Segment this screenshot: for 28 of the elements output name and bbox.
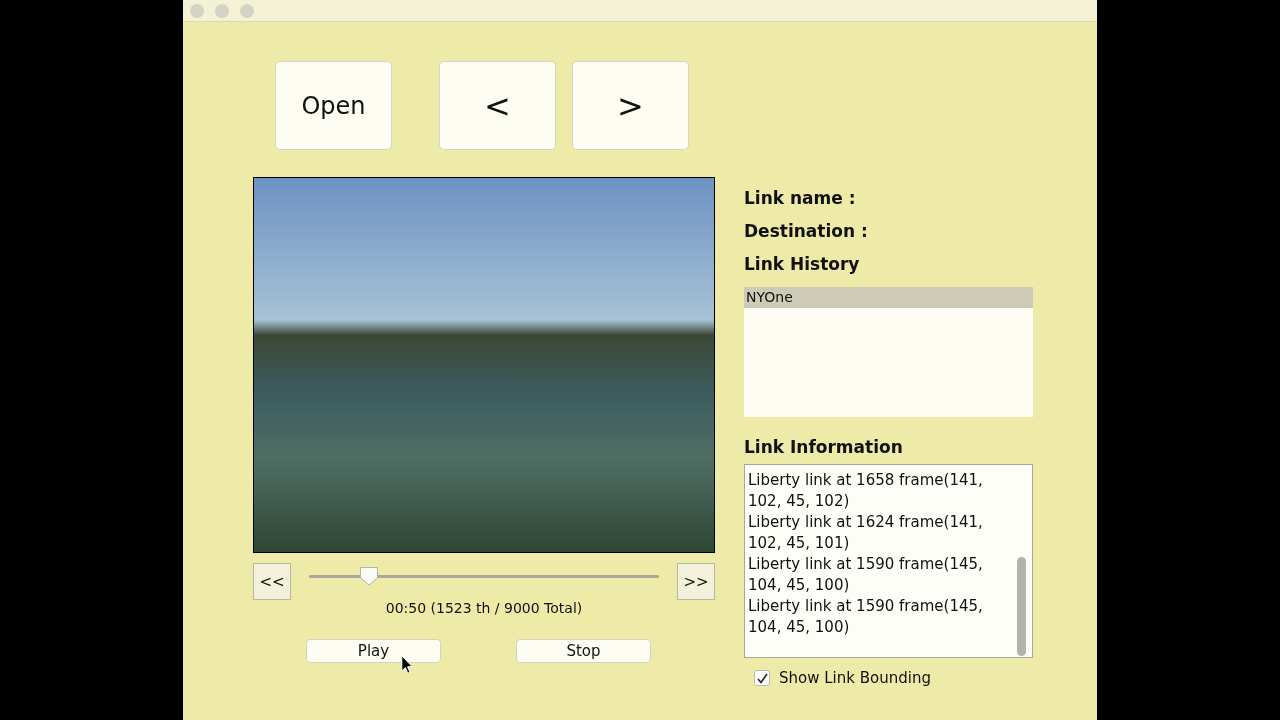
slider-thumb[interactable] xyxy=(358,566,379,586)
seek-slider[interactable] xyxy=(309,566,659,586)
log-entry: Liberty link at 1658 frame(141, 102, 45, 102) xyxy=(748,470,984,512)
window-control-button[interactable] xyxy=(215,3,229,18)
window-control-button[interactable] xyxy=(190,3,204,18)
open-button[interactable]: Open xyxy=(275,61,392,150)
checkbox-label: Show Link Bounding xyxy=(779,669,931,687)
link-information-text-area[interactable]: Liberty link at 1658 frame(141, 102, 45, 102) Liberty link at 1624 frame(141, 102, 45, 101) Liberty link at 1590 frame(145, 104, 45, 100) Liberty link at 1590 frame(145, 104, 45, 100) xyxy=(744,464,1033,658)
log-entry: Liberty link at 1624 frame(141, 102, 45, 101) xyxy=(748,512,984,554)
link-information-heading: Link Information xyxy=(744,436,904,459)
play-button[interactable]: Play xyxy=(306,639,441,663)
stop-button[interactable]: Stop xyxy=(516,639,651,663)
destination-label: Destination : xyxy=(744,220,869,243)
rewind-button[interactable]: << xyxy=(253,563,291,600)
show-bounding-checkbox[interactable] xyxy=(754,670,770,686)
previous-button[interactable]: < xyxy=(439,61,556,150)
log-entry: Liberty link at 1590 frame(145, 104, 45, 100) xyxy=(748,596,984,638)
mouse-pointer-icon xyxy=(401,655,413,674)
link-name-label: Link name : xyxy=(744,187,857,210)
scrollbar[interactable] xyxy=(1017,557,1026,656)
time-readout: 00:50 (1523 th / 9000 Total) xyxy=(385,600,583,616)
next-button[interactable]: > xyxy=(572,61,689,150)
window-control-button[interactable] xyxy=(240,3,254,18)
fast-forward-button[interactable]: >> xyxy=(677,563,715,600)
history-item[interactable]: NYOne xyxy=(744,287,1033,308)
log-entry: Liberty link at 1590 frame(145, 104, 45, 100) xyxy=(748,554,984,596)
checkmark-icon xyxy=(756,672,768,684)
link-history-heading: Link History xyxy=(744,253,861,276)
